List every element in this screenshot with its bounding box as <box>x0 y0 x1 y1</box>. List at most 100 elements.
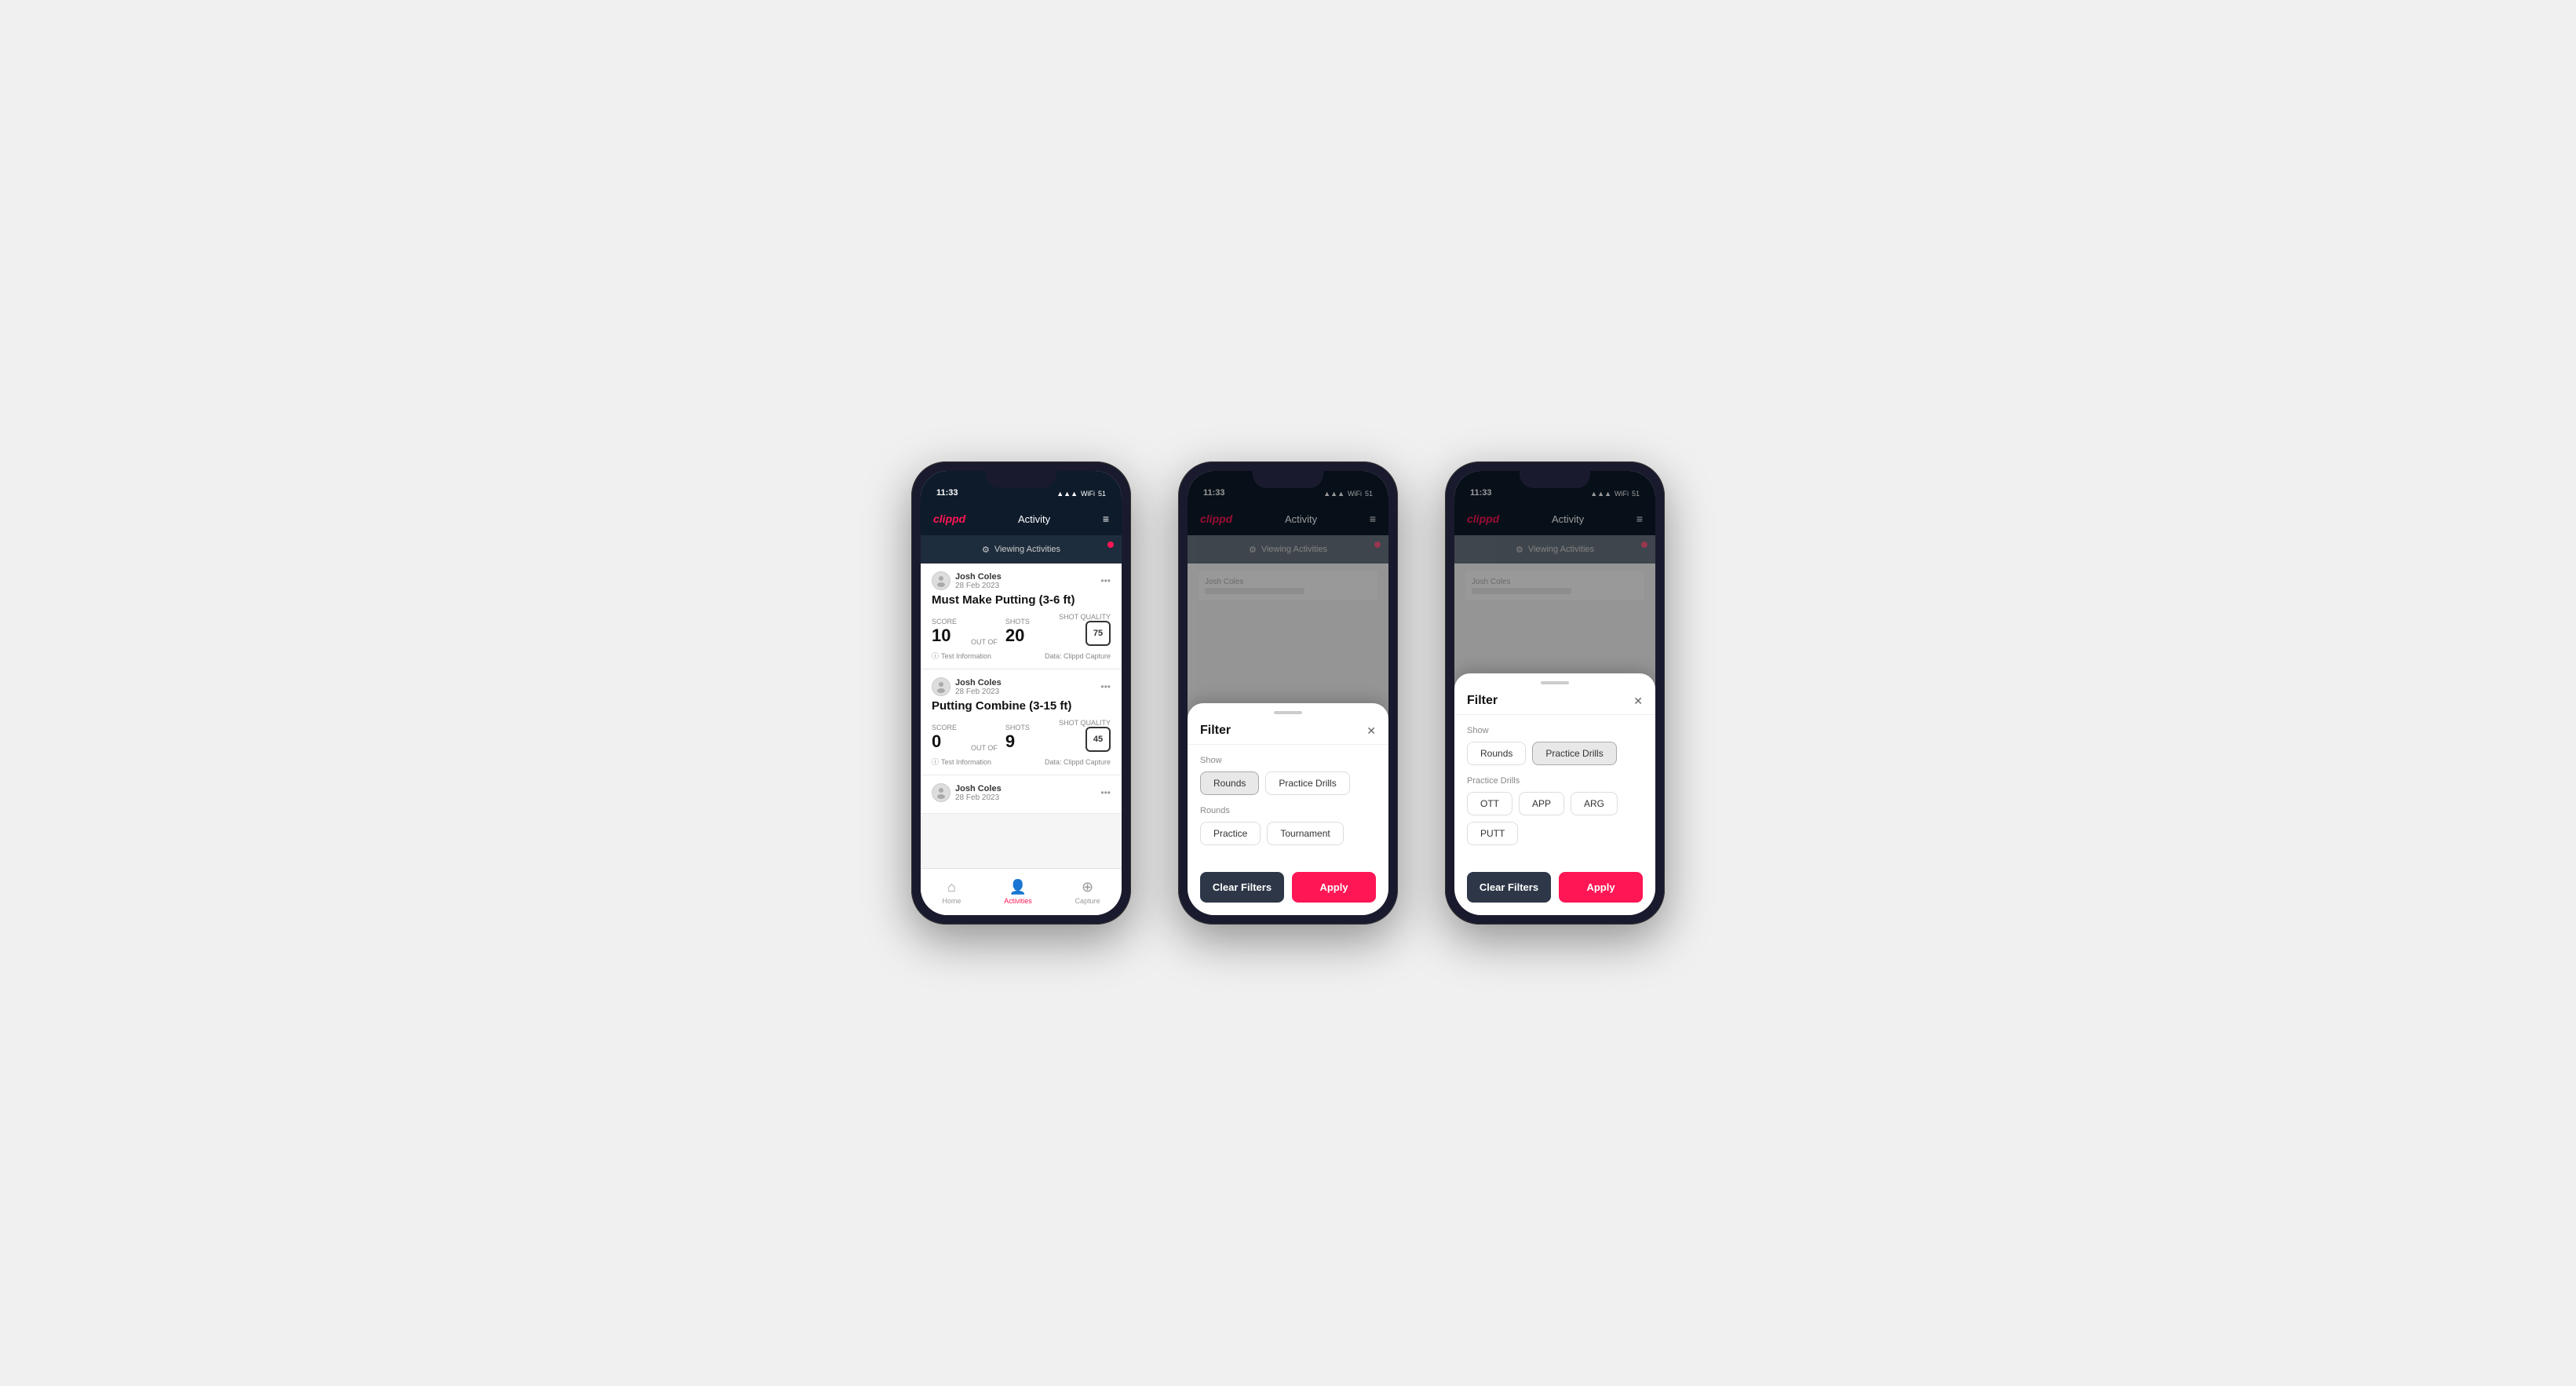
score-label-1: Score <box>932 618 963 626</box>
home-label: Home <box>942 897 961 905</box>
practice-drills-section-label-3: Practice Drills <box>1467 776 1643 786</box>
rounds-btn-2[interactable]: Rounds <box>1200 771 1259 795</box>
data-source-2: Data: Clippd Capture <box>1045 758 1111 766</box>
card-header-3: Josh Coles 28 Feb 2023 ••• <box>932 783 1111 802</box>
notch-3 <box>1520 471 1590 488</box>
out-of-1: OUT OF <box>971 638 998 646</box>
more-icon-3[interactable]: ••• <box>1100 787 1111 798</box>
sheet-footer-3: Clear Filters Apply <box>1454 872 1655 903</box>
more-icon-2[interactable]: ••• <box>1100 681 1111 692</box>
apply-btn-3[interactable]: Apply <box>1559 872 1643 903</box>
sheet-footer-2: Clear Filters Apply <box>1188 872 1388 903</box>
arg-btn-3[interactable]: ARG <box>1571 792 1618 815</box>
sheet-header-3: Filter ✕ <box>1454 684 1655 715</box>
capture-icon: ⊕ <box>1082 879 1093 895</box>
close-btn-2[interactable]: ✕ <box>1366 724 1376 738</box>
sheet-body-2: Show Rounds Practice Drills Rounds Pract… <box>1188 745 1388 867</box>
test-info-1[interactable]: ⓘ Test Information <box>932 651 991 661</box>
menu-icon-1[interactable]: ≡ <box>1103 512 1109 525</box>
activity-card-1: Josh Coles 28 Feb 2023 ••• Must Make Put… <box>921 564 1122 669</box>
avatar-3 <box>932 783 950 802</box>
user-name-2: Josh Coles <box>955 678 1002 688</box>
header-title-1: Activity <box>1018 513 1050 525</box>
out-of-2: OUT OF <box>971 744 998 752</box>
user-info-3: Josh Coles 28 Feb 2023 <box>932 783 1002 802</box>
viewing-label-1: Viewing Activities <box>994 545 1060 554</box>
data-source-1: Data: Clippd Capture <box>1045 652 1111 660</box>
battery-icon: 51 <box>1098 490 1106 498</box>
activities-icon: 👤 <box>1009 879 1027 895</box>
user-date-1: 28 Feb 2023 <box>955 582 1002 590</box>
clear-btn-3[interactable]: Clear Filters <box>1467 872 1551 903</box>
practice-drills-btn-2[interactable]: Practice Drills <box>1265 771 1349 795</box>
show-label-2: Show <box>1200 756 1376 765</box>
practice-drills-btn-3[interactable]: Practice Drills <box>1532 742 1616 765</box>
settings-icon-1: ⚙ <box>982 545 990 555</box>
apply-btn-2[interactable]: Apply <box>1292 872 1376 903</box>
shots-label-2: Shots <box>1005 724 1037 731</box>
card-header-1: Josh Coles 28 Feb 2023 ••• <box>932 571 1111 590</box>
phones-container: 11:33 ▲▲▲ WiFi 51 clippd Activity ≡ ⚙ Vi… <box>911 461 1665 925</box>
signal-icon: ▲▲▲ <box>1056 490 1078 498</box>
logo-1: clippd <box>933 512 965 525</box>
quality-badge-1: 75 <box>1085 621 1111 646</box>
rounds-btn-3[interactable]: Rounds <box>1467 742 1526 765</box>
more-icon-1[interactable]: ••• <box>1100 575 1111 586</box>
ott-btn-3[interactable]: OTT <box>1467 792 1512 815</box>
app-header-1: clippd Activity ≡ <box>921 502 1122 535</box>
status-time-1: 11:33 <box>936 488 958 498</box>
user-info-1: Josh Coles 28 Feb 2023 <box>932 571 1002 590</box>
filter-sheet-3: Filter ✕ Show Rounds Practice Drills Pra… <box>1454 673 1655 915</box>
sheet-body-3: Show Rounds Practice Drills Practice Dri… <box>1454 715 1655 867</box>
shots-value-1: 20 <box>1005 626 1037 646</box>
user-date-2: 28 Feb 2023 <box>955 688 1002 696</box>
quality-badge-2: 45 <box>1085 727 1111 752</box>
putt-btn-3[interactable]: PUTT <box>1467 822 1518 845</box>
nav-capture[interactable]: ⊕ Capture <box>1075 879 1100 905</box>
activity-title-2: Putting Combine (3-15 ft) <box>932 699 1111 713</box>
app-btn-3[interactable]: APP <box>1519 792 1564 815</box>
quality-label-1: Shot Quality <box>1059 613 1111 621</box>
capture-label: Capture <box>1075 897 1100 905</box>
viewing-bar-1[interactable]: ⚙ Viewing Activities <box>921 535 1122 564</box>
content-1[interactable]: Josh Coles 28 Feb 2023 ••• Must Make Put… <box>921 564 1122 868</box>
quality-label-2: Shot Quality <box>1059 719 1111 727</box>
activity-title-1: Must Make Putting (3-6 ft) <box>932 593 1111 607</box>
status-icons-1: ▲▲▲ WiFi 51 <box>1056 490 1106 498</box>
clear-btn-2[interactable]: Clear Filters <box>1200 872 1284 903</box>
avatar-2 <box>932 677 950 696</box>
activity-card-3: Josh Coles 28 Feb 2023 ••• <box>921 775 1122 814</box>
red-dot-1 <box>1107 542 1114 548</box>
phone-1: 11:33 ▲▲▲ WiFi 51 clippd Activity ≡ ⚙ Vi… <box>911 461 1131 925</box>
activities-label: Activities <box>1004 897 1032 905</box>
card-header-2: Josh Coles 28 Feb 2023 ••• <box>932 677 1111 696</box>
show-label-3: Show <box>1467 726 1643 735</box>
shots-value-2: 9 <box>1005 731 1037 752</box>
sheet-title-2: Filter <box>1200 724 1231 738</box>
score-value-1: 10 <box>932 626 963 646</box>
user-info-2: Josh Coles 28 Feb 2023 <box>932 677 1002 696</box>
show-tags-3: Rounds Practice Drills <box>1467 742 1643 765</box>
score-value-2: 0 <box>932 731 963 752</box>
close-btn-3[interactable]: ✕ <box>1633 695 1643 708</box>
nav-home[interactable]: ⌂ Home <box>942 879 961 905</box>
notch-1 <box>986 471 1056 488</box>
user-name-3: Josh Coles <box>955 784 1002 793</box>
bottom-nav-1: ⌂ Home 👤 Activities ⊕ Capture <box>921 868 1122 915</box>
rounds-section-label-2: Rounds <box>1200 806 1376 815</box>
filter-sheet-2: Filter ✕ Show Rounds Practice Drills Rou… <box>1188 703 1388 915</box>
sheet-header-2: Filter ✕ <box>1188 714 1388 745</box>
tournament-btn-2[interactable]: Tournament <box>1267 822 1343 845</box>
notch-2 <box>1253 471 1323 488</box>
shots-label-1: Shots <box>1005 618 1037 626</box>
rounds-tags-2: Practice Tournament <box>1200 822 1376 845</box>
wifi-icon: WiFi <box>1081 490 1095 498</box>
home-icon: ⌂ <box>947 879 956 895</box>
phone-3: 11:33 ▲▲▲ WiFi 51 clippd Activity ≡ ⚙ Vi… <box>1445 461 1665 925</box>
practice-btn-2[interactable]: Practice <box>1200 822 1261 845</box>
drills-tags-3: OTT APP ARG PUTT <box>1467 792 1643 845</box>
sheet-title-3: Filter <box>1467 694 1498 708</box>
avatar-1 <box>932 571 950 590</box>
test-info-2[interactable]: ⓘ Test Information <box>932 757 991 767</box>
nav-activities[interactable]: 👤 Activities <box>1004 879 1032 905</box>
